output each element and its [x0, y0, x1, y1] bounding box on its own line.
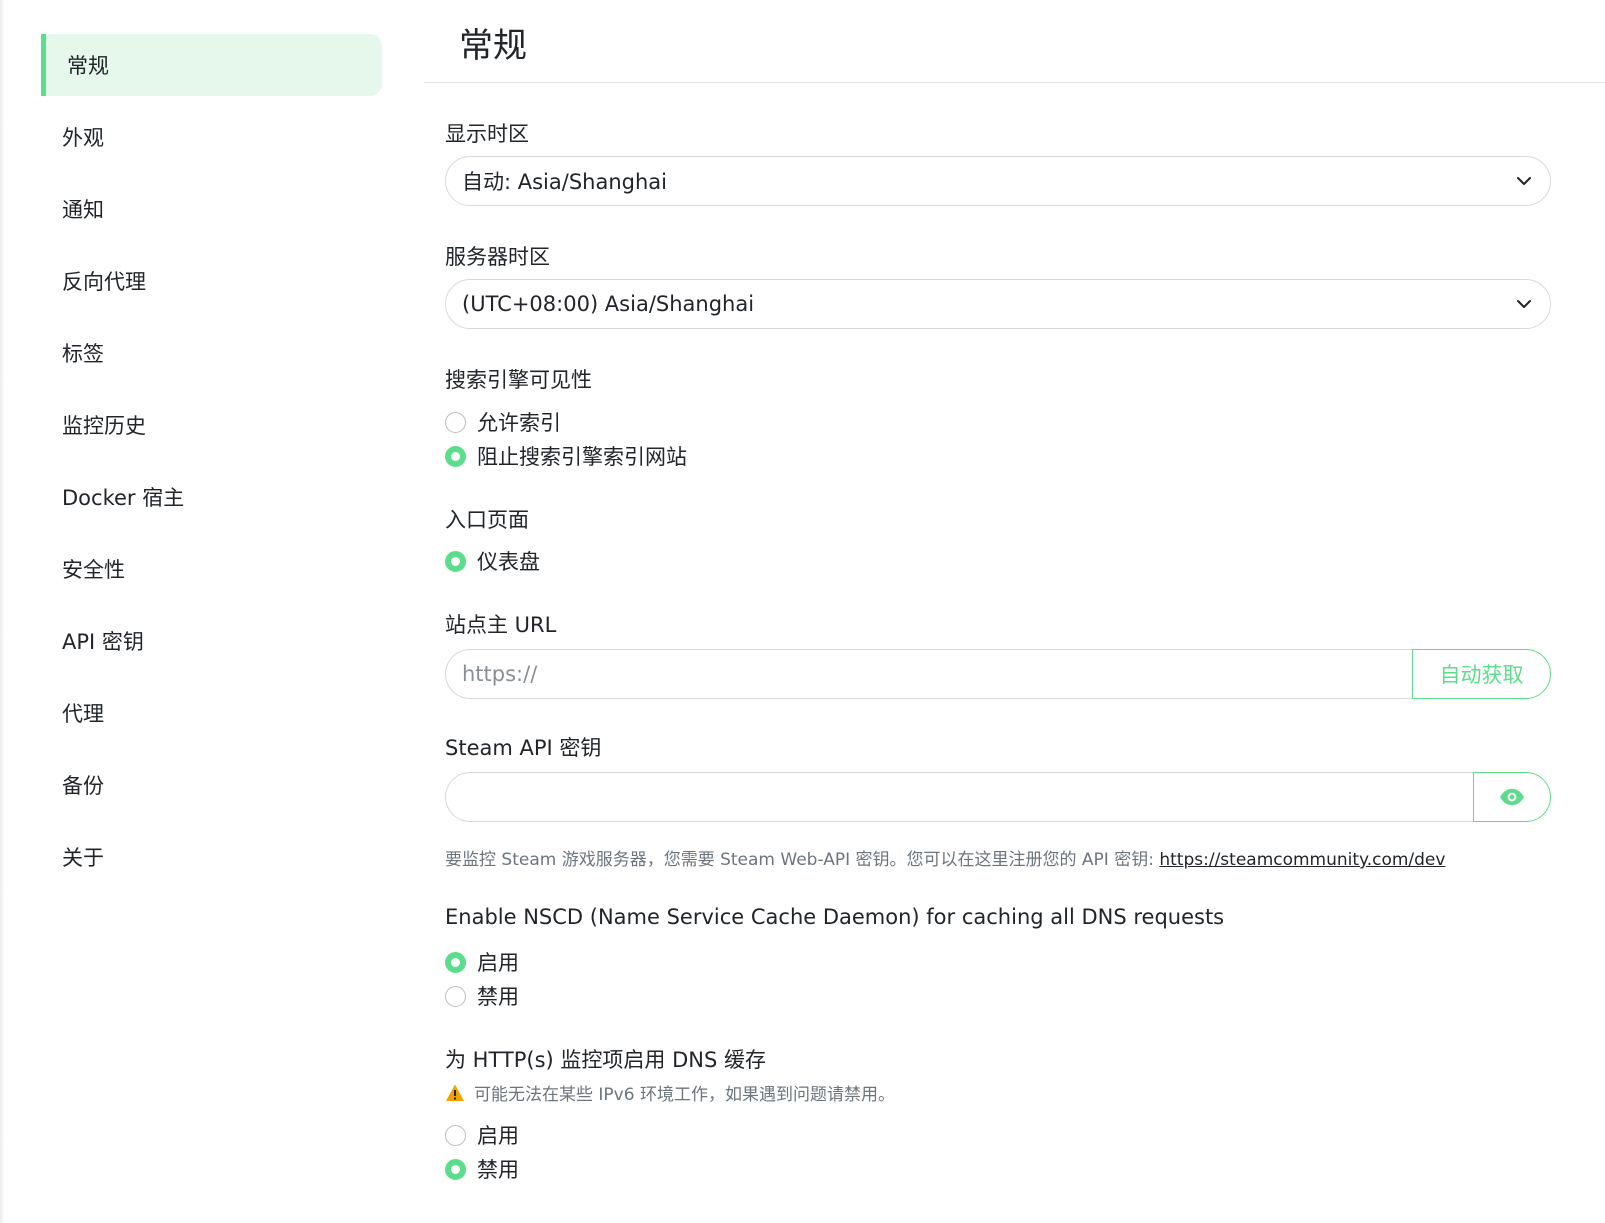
- sidebar-item-appearance[interactable]: 外观: [41, 106, 382, 168]
- radio-nscd-enable-control[interactable]: [445, 951, 466, 973]
- server-timezone-select[interactable]: (UTC+08:00) Asia/Shanghai: [445, 279, 1551, 329]
- radio-dns-cache-enable[interactable]: 启用: [445, 1120, 519, 1150]
- primary-url-input[interactable]: [445, 649, 1412, 699]
- steam-api-help: 要监控 Steam 游戏服务器，您需要 Steam Web-API 密钥。您可以…: [445, 845, 1445, 870]
- sidebar-item-label: 监控历史: [62, 414, 146, 438]
- radio-nscd-enable[interactable]: 启用: [445, 947, 519, 977]
- sidebar-item-reverse-proxy[interactable]: 反向代理: [41, 250, 382, 312]
- radio-dns-cache-disable[interactable]: 禁用: [445, 1154, 519, 1184]
- sidebar-item-label: 关于: [62, 846, 104, 870]
- sidebar-item-docker-hosts[interactable]: Docker 宿主: [41, 466, 382, 528]
- radio-allow-indexing-control[interactable]: [445, 411, 466, 433]
- sidebar-item-tags[interactable]: 标签: [41, 322, 382, 384]
- nscd-label: Enable NSCD (Name Service Cache Daemon) …: [445, 905, 1225, 929]
- radio-nscd-disable[interactable]: 禁用: [445, 981, 519, 1011]
- sidebar-item-label: 常规: [67, 54, 109, 78]
- radio-entry-dashboard[interactable]: 仪表盘: [445, 546, 540, 576]
- sidebar-item-backup[interactable]: 备份: [41, 754, 382, 816]
- radio-discourage-indexing[interactable]: 阻止搜索引擎索引网站: [445, 441, 687, 471]
- steam-api-key-input[interactable]: [445, 772, 1473, 822]
- settings-page: 常规 外观 通知 反向代理 标签 监控历史 Docker 宿主 安全性 API …: [0, 0, 1605, 1223]
- steam-api-key-label: Steam API 密钥: [445, 736, 602, 760]
- radio-dns-cache-disable-control[interactable]: [445, 1158, 466, 1180]
- chevron-down-icon: [1517, 177, 1531, 185]
- radio-discourage-indexing-label: 阻止搜索引擎索引网站: [477, 445, 687, 469]
- radio-dns-cache-enable-label: 启用: [477, 1124, 519, 1148]
- server-timezone-value: (UTC+08:00) Asia/Shanghai: [462, 292, 755, 316]
- warning-triangle-icon: [446, 1084, 464, 1101]
- settings-sidebar: 常规 外观 通知 反向代理 标签 监控历史 Docker 宿主 安全性 API …: [41, 34, 382, 898]
- sidebar-item-label: 安全性: [62, 558, 125, 582]
- sidebar-item-label: API 密钥: [62, 630, 144, 654]
- radio-dns-cache-enable-control[interactable]: [445, 1124, 466, 1146]
- sidebar-item-label: 代理: [62, 702, 104, 726]
- primary-url-label: 站点主 URL: [445, 613, 557, 637]
- search-engine-visibility-label: 搜索引擎可见性: [445, 368, 592, 392]
- entry-page-label: 入口页面: [445, 508, 529, 532]
- sidebar-item-label: 通知: [62, 198, 104, 222]
- sidebar-item-notifications[interactable]: 通知: [41, 178, 382, 240]
- radio-nscd-disable-control[interactable]: [445, 985, 466, 1007]
- steam-api-help-text: 要监控 Steam 游戏服务器，您需要 Steam Web-API 密钥。您可以…: [445, 850, 1160, 870]
- dns-cache-warning: 可能无法在某些 IPv6 环境工作，如果遇到问题请禁用。: [445, 1080, 895, 1105]
- steam-api-key-group: [445, 772, 1551, 822]
- radio-entry-dashboard-label: 仪表盘: [477, 550, 540, 574]
- sidebar-item-api-keys[interactable]: API 密钥: [41, 610, 382, 672]
- radio-discourage-indexing-control[interactable]: [445, 445, 466, 467]
- left-edge-shadow: [0, 0, 5, 1223]
- sidebar-item-label: Docker 宿主: [62, 486, 185, 510]
- eye-icon: [1500, 788, 1524, 806]
- sidebar-item-monitor-history[interactable]: 监控历史: [41, 394, 382, 456]
- radio-nscd-enable-label: 启用: [477, 951, 519, 975]
- sidebar-item-label: 反向代理: [62, 270, 146, 294]
- dns-cache-warning-text: 可能无法在某些 IPv6 环境工作，如果遇到问题请禁用。: [474, 1085, 895, 1105]
- display-timezone-value: 自动: Asia/Shanghai: [462, 170, 667, 194]
- radio-allow-indexing[interactable]: 允许索引: [445, 407, 561, 437]
- chevron-down-icon: [1517, 300, 1531, 308]
- dns-cache-label: 为 HTTP(s) 监控项启用 DNS 缓存: [445, 1048, 766, 1072]
- sidebar-item-label: 标签: [62, 342, 104, 366]
- radio-dns-cache-disable-label: 禁用: [477, 1158, 519, 1182]
- page-title: 常规: [459, 26, 527, 66]
- reveal-key-button[interactable]: [1473, 772, 1551, 822]
- display-timezone-label: 显示时区: [445, 122, 529, 146]
- radio-nscd-disable-label: 禁用: [477, 985, 519, 1009]
- sidebar-item-general[interactable]: 常规: [41, 34, 382, 96]
- auto-get-button[interactable]: 自动获取: [1412, 649, 1551, 699]
- sidebar-item-label: 外观: [62, 126, 104, 150]
- sidebar-item-security[interactable]: 安全性: [41, 538, 382, 600]
- steam-api-help-link[interactable]: https://steamcommunity.com/dev: [1159, 850, 1445, 870]
- radio-allow-indexing-label: 允许索引: [477, 411, 561, 435]
- server-timezone-label: 服务器时区: [445, 245, 550, 269]
- display-timezone-select[interactable]: 自动: Asia/Shanghai: [445, 156, 1551, 206]
- title-divider: [424, 82, 1605, 83]
- radio-entry-dashboard-control[interactable]: [445, 550, 466, 572]
- sidebar-item-about[interactable]: 关于: [41, 826, 382, 888]
- primary-url-group: 自动获取: [445, 649, 1551, 699]
- sidebar-item-proxies[interactable]: 代理: [41, 682, 382, 744]
- sidebar-item-label: 备份: [62, 774, 104, 798]
